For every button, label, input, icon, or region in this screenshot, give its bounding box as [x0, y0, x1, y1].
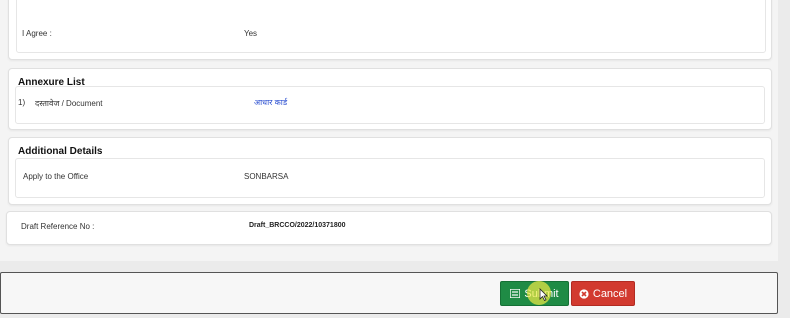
annexure-row-index: 1): [18, 98, 26, 107]
annexure-document-link[interactable]: आधार कार्ड: [254, 97, 287, 108]
office-value: SONBARSA: [244, 172, 289, 181]
annexure-row-label: दस्तावेज / Document: [35, 99, 103, 108]
annexure-inner-panel: [15, 86, 765, 124]
draft-reference-value: Draft_BRCCO/2022/10371800: [249, 222, 346, 229]
close-circle-icon: [579, 288, 589, 299]
additional-details-inner-panel: [15, 158, 765, 198]
additional-details-card: [8, 137, 772, 205]
action-footer: [0, 272, 778, 314]
list-icon: [510, 289, 521, 298]
additional-details-title: Additional Details: [18, 146, 103, 157]
declaration-inner-panel: [16, 0, 766, 53]
mouse-pointer-icon: [539, 288, 548, 301]
cancel-button-label: Cancel: [592, 287, 628, 300]
draft-reference-card: [6, 211, 772, 245]
form-review-page: I Agree : Yes Annexure List 1) दस्तावेज …: [0, 0, 778, 261]
declaration-card: [8, 0, 772, 60]
annexure-title: Annexure List: [18, 77, 85, 88]
agree-label: I Agree :: [22, 29, 52, 38]
annexure-card: [8, 68, 772, 130]
agree-value: Yes: [244, 29, 258, 38]
cancel-button[interactable]: Cancel: [571, 281, 635, 306]
office-label: Apply to the Office: [23, 172, 89, 181]
draft-reference-label: Draft Reference No :: [21, 222, 95, 231]
